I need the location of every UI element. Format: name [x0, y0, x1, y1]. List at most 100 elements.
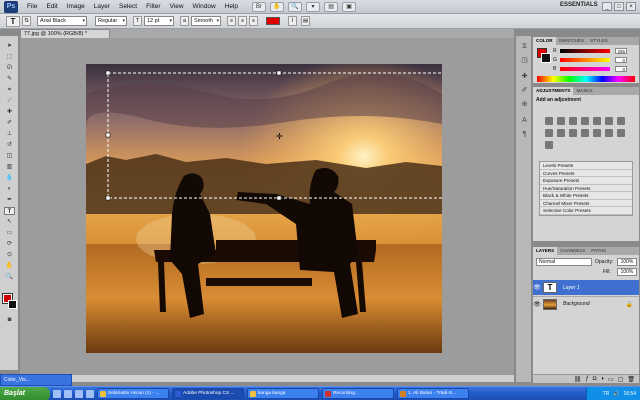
- blue-ramp[interactable]: [560, 67, 610, 71]
- blue-slider[interactable]: B 0: [553, 66, 627, 72]
- tab-adjustments[interactable]: ADJUSTMENTS: [533, 87, 574, 95]
- preset-item[interactable]: Black & White Presets: [540, 192, 632, 200]
- tab-paths[interactable]: PATHS: [588, 247, 609, 255]
- minimize-button[interactable]: _: [602, 2, 612, 11]
- menu-edit[interactable]: Edit: [46, 3, 57, 10]
- new-group-icon[interactable]: ▭: [608, 376, 614, 383]
- black-white-icon[interactable]: [545, 129, 553, 137]
- tab-swatches[interactable]: SWATCHES: [556, 37, 588, 45]
- character-panel-icon[interactable]: A: [520, 116, 529, 125]
- posterize-icon[interactable]: [593, 129, 601, 137]
- fill-input[interactable]: 100%: [617, 268, 637, 276]
- channel-mixer-icon[interactable]: [569, 129, 577, 137]
- preset-item[interactable]: Curves Presets: [540, 170, 632, 177]
- menu-filter[interactable]: Filter: [146, 3, 160, 10]
- menu-help[interactable]: Help: [225, 3, 238, 10]
- history-panel-icon[interactable]: ⧖: [520, 42, 529, 51]
- threshold-icon[interactable]: [605, 129, 613, 137]
- selective-color-icon[interactable]: [545, 141, 553, 149]
- curves-icon[interactable]: [569, 117, 577, 125]
- tab-color[interactable]: COLOR: [533, 37, 556, 45]
- text-orientation-icon[interactable]: ⇅: [22, 16, 31, 26]
- lasso-tool-icon[interactable]: ᘏ: [4, 64, 15, 72]
- layer-name[interactable]: Background: [563, 301, 590, 307]
- tab-masks[interactable]: MASKS: [573, 87, 595, 95]
- layer-row[interactable]: 👁 Background 🔒: [533, 296, 639, 311]
- vibrance-icon[interactable]: [593, 117, 601, 125]
- close-button[interactable]: ×: [626, 2, 636, 11]
- marquee-tool-icon[interactable]: ⬚: [4, 53, 15, 61]
- quicklaunch-icon[interactable]: [75, 389, 83, 398]
- clone-stamp-tool-icon[interactable]: ⊥: [4, 130, 15, 138]
- screen-mode-icon[interactable]: ▣: [342, 1, 357, 12]
- blue-value[interactable]: 0: [615, 66, 627, 72]
- color-ramp[interactable]: [537, 76, 635, 82]
- bg-color-chip[interactable]: [541, 53, 551, 63]
- character-panel-icon[interactable]: ▤: [301, 16, 310, 26]
- trash-icon[interactable]: 🗑: [627, 376, 635, 383]
- green-value[interactable]: 0: [615, 57, 627, 63]
- eyedropper-tool-icon[interactable]: ⟋: [4, 97, 15, 105]
- levels-icon[interactable]: [557, 117, 565, 125]
- new-adjustment-icon[interactable]: ◑: [600, 376, 604, 382]
- warp-text-icon[interactable]: ⌇: [288, 16, 297, 26]
- dodge-tool-icon[interactable]: ◐: [4, 185, 15, 193]
- quick-mask-icon[interactable]: ◙: [4, 316, 15, 324]
- paragraph-panel-icon[interactable]: ¶: [520, 130, 529, 139]
- brushes-panel-icon[interactable]: ✐: [520, 86, 529, 95]
- eye-icon[interactable]: 👁: [533, 284, 541, 291]
- layer-name[interactable]: Layer 1: [563, 285, 580, 291]
- preset-item[interactable]: Exposure Presets: [540, 177, 632, 185]
- move-tool-icon[interactable]: ➤: [4, 42, 15, 50]
- tab-styles[interactable]: STYLES: [587, 37, 611, 45]
- shape-tool-icon[interactable]: ▭: [4, 229, 15, 237]
- background-color-swatch[interactable]: [8, 300, 17, 309]
- preset-item[interactable]: Hue/Saturation Presets: [540, 185, 632, 192]
- navigator-panel-icon[interactable]: ◳: [520, 56, 529, 65]
- brush-tool-icon[interactable]: ✐: [4, 119, 15, 127]
- quicklaunch-icon[interactable]: [53, 389, 61, 398]
- history-brush-tool-icon[interactable]: ↺: [4, 141, 15, 149]
- quicklaunch-icon[interactable]: [64, 389, 72, 398]
- menu-layer[interactable]: Layer: [94, 3, 110, 10]
- bridge-icon[interactable]: Br: [252, 1, 267, 12]
- hand-tool-icon[interactable]: ✋: [4, 262, 15, 270]
- arrange-icon[interactable]: ▤: [324, 1, 339, 12]
- preset-item[interactable]: Levels Presets: [540, 162, 632, 170]
- hand-view-icon[interactable]: ✋: [270, 1, 285, 12]
- tab-channels[interactable]: CHANNELS: [557, 247, 588, 255]
- green-ramp[interactable]: [560, 58, 610, 62]
- volume-icon[interactable]: 🔊: [613, 391, 619, 397]
- zoom-level-icon[interactable]: ▾: [306, 1, 321, 12]
- eraser-tool-icon[interactable]: ◫: [4, 152, 15, 160]
- exposure-icon[interactable]: [581, 117, 589, 125]
- preset-item[interactable]: Selective Color Presets: [540, 207, 632, 215]
- taskbar-button[interactable]: Recording...: [322, 388, 394, 399]
- path-selection-tool-icon[interactable]: ↖: [4, 218, 15, 226]
- 3d-camera-tool-icon[interactable]: ⊙: [4, 251, 15, 259]
- brightness-contrast-icon[interactable]: [545, 117, 553, 125]
- align-left-icon[interactable]: ≡: [227, 16, 236, 26]
- antialias-select[interactable]: Smooth ▾: [191, 16, 221, 26]
- minimized-window[interactable]: Color_Vis...: [0, 374, 72, 386]
- menu-image[interactable]: Image: [67, 3, 85, 10]
- gradient-map-icon[interactable]: [617, 129, 625, 137]
- taskbar-button[interactable]: 1. Ali Batan - Trādi-S...: [397, 388, 469, 399]
- green-slider[interactable]: G 0: [553, 57, 627, 63]
- add-mask-icon[interactable]: ◘: [593, 376, 597, 382]
- layer-row[interactable]: 👁 T Layer 1: [533, 280, 639, 295]
- language-indicator[interactable]: TR: [603, 391, 610, 397]
- preset-item[interactable]: Channel Mixer Presets: [540, 200, 632, 207]
- zoom-view-icon[interactable]: 🔍: [288, 1, 303, 12]
- workspace-switcher[interactable]: ESSENTIALS: [560, 2, 598, 8]
- start-button[interactable]: Başlat: [0, 386, 50, 400]
- crop-tool-icon[interactable]: ⌗: [4, 86, 15, 94]
- color-balance-icon[interactable]: [617, 117, 625, 125]
- taskbar-button[interactable]: Selahattin Akcan (1) - ...: [97, 388, 169, 399]
- fx-icon[interactable]: ƒ: [585, 376, 588, 382]
- info-panel-icon[interactable]: ✚: [520, 72, 529, 81]
- invert-icon[interactable]: [581, 129, 589, 137]
- menu-file[interactable]: File: [27, 3, 37, 10]
- tool-preset-picker[interactable]: T: [6, 15, 20, 27]
- opacity-input[interactable]: 100%: [617, 258, 637, 266]
